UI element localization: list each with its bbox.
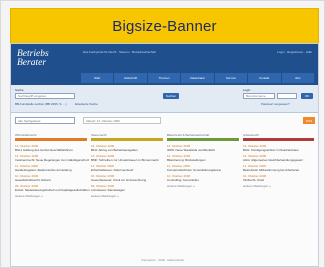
list-item[interactable]: 12. Oktober 2006 Bilanzierung: Rückstell… <box>167 154 239 162</box>
news-column-1: 13. Oktober 2006 BGH: Haftung des GmbH-G… <box>15 144 90 198</box>
more-link[interactable]: weitere Meldungen » <box>91 194 163 198</box>
main-nav: Start Zeitschrift Themen Datenbank Servi… <box>81 73 314 83</box>
news-column-2: 13. Oktober 2006 BFH: Abzug von Betriebs… <box>91 144 163 198</box>
rss-button[interactable]: RSS <box>303 117 315 124</box>
list-item[interactable]: 12. Oktober 2006 BMF: Schreiben zur Umsa… <box>91 154 163 162</box>
site-header: Betriebs Berater Das Fachportal für Rech… <box>11 44 318 85</box>
list-item[interactable]: 11. Oktober 2006 Konzernabschluss: Konso… <box>167 164 239 172</box>
ad-preview-frame: Bigsize-Banner Betriebs Berater Das Fach… <box>0 0 325 268</box>
entry-title[interactable]: BMF: Schreiben zur Umsatzsteuer im Binne… <box>91 158 163 162</box>
website-screenshot: Betriebs Berater Das Fachportal für Rech… <box>10 43 319 267</box>
column-heading-4: Arbeitsrecht <box>243 133 260 137</box>
more-link[interactable]: weitere Meldungen » <box>15 194 87 198</box>
nav-item-abo[interactable]: Abo <box>281 73 314 83</box>
entry-title[interactable]: BFH: Abzug von Betriebsausgaben <box>91 148 163 152</box>
entry-title[interactable]: Lohnsteuer: Dienstwagen <box>91 188 163 192</box>
date-breadcrumb: Aktuell: 13. Oktober 2006 <box>83 117 161 124</box>
entry-title[interactable]: AGG: Allgemeines Gleichbehandlungsgesetz <box>243 158 314 162</box>
entry-title[interactable]: IFRS: Neue Standards veröffentlicht <box>167 148 239 152</box>
forgot-password-link[interactable]: Passwort vergessen? <box>261 102 290 106</box>
login-button[interactable]: OK <box>301 93 313 99</box>
entry-title[interactable]: Gesellschaftsrecht: Reform <box>15 178 87 182</box>
column-heading-1: Wirtschaftsrecht <box>15 133 37 137</box>
list-item[interactable]: 09. Oktober 2006 Lohnsteuer: Dienstwagen <box>91 184 163 192</box>
footer-links[interactable]: Impressum · AGB · Datenschutz <box>141 258 184 262</box>
banner-label: Bigsize-Banner <box>112 17 217 35</box>
column-heading-2: Steuerrecht <box>91 133 107 137</box>
password-field[interactable] <box>277 93 297 99</box>
content-toolbar: Alle Sachgebiete Aktuell: 13. Oktober 20… <box>11 112 318 129</box>
entry-title[interactable]: Tarifrecht: Urteil <box>243 178 314 182</box>
entry-title[interactable]: Bilanzierung: Rückstellungen <box>167 158 239 162</box>
entry-title[interactable]: Betriebsrat: Mitbestimmung bei Arbeitsze… <box>243 168 314 172</box>
list-item[interactable]: 12. Oktober 2006 AGG: Allgemeines Gleich… <box>243 154 314 162</box>
header-account-links[interactable]: Login · Registrieren · Hilfe <box>277 50 312 54</box>
entry-title[interactable]: Controlling: Kennzahlen <box>167 178 239 182</box>
list-item[interactable]: 10. Oktober 2006 Gewerbesteuer: Urteil z… <box>91 174 163 182</box>
nav-item-service[interactable]: Service <box>214 73 248 83</box>
nav-item-start[interactable]: Start <box>81 73 114 83</box>
nav-item-datenbank[interactable]: Datenbank <box>181 73 214 83</box>
list-item[interactable]: 12. Oktober 2006 Insolvenzrecht: Neue Re… <box>15 154 89 162</box>
column-rule-3 <box>167 138 239 141</box>
list-item[interactable]: 11. Oktober 2006 Handelsregister: Elektr… <box>15 164 87 172</box>
search-label: Suche <box>15 88 24 92</box>
login-label: Login <box>243 88 251 92</box>
search-input[interactable]: Suchbegriff eingeben <box>15 93 75 99</box>
list-item[interactable]: 10. Oktober 2006 Gesellschaftsrecht: Ref… <box>15 174 87 182</box>
news-column-4: 13. Oktober 2006 BAG: Kündigungsschutz i… <box>243 144 314 188</box>
username-field[interactable]: Benutzername <box>243 93 275 99</box>
list-item[interactable]: 13. Oktober 2006 BAG: Kündigungsschutz i… <box>243 144 314 152</box>
list-item[interactable]: 13. Oktober 2006 IFRS: Neue Standards ve… <box>167 144 239 152</box>
entry-title[interactable]: Erbschaftsteuer: Reformentwurf <box>91 168 163 172</box>
list-item[interactable]: 13. Oktober 2006 BGH: Haftung des GmbH-G… <box>15 144 87 152</box>
entry-title[interactable]: BGH: Haftung des GmbH-Geschäftsführers <box>15 148 87 152</box>
nav-item-themen[interactable]: Themen <box>147 73 181 83</box>
more-link[interactable]: weitere Meldungen » <box>167 184 239 188</box>
column-rule-2 <box>91 138 163 141</box>
list-item[interactable]: 13. Oktober 2006 BFH: Abzug von Betriebs… <box>91 144 163 152</box>
search-button[interactable]: Suchen <box>163 93 179 99</box>
news-column-3: 13. Oktober 2006 IFRS: Neue Standards ve… <box>167 144 239 188</box>
entry-title[interactable]: Handelsregister: Elektronische Anmeldung <box>15 168 87 172</box>
bigsize-banner: Bigsize-Banner <box>10 8 319 44</box>
list-item[interactable]: 11. Oktober 2006 Betriebsrat: Mitbestimm… <box>243 164 314 172</box>
entry-title[interactable]: BAG: Kündigungsschutz in Kleinbetrieben <box>243 148 314 152</box>
column-rule-1 <box>15 138 87 141</box>
advanced-search-link[interactable]: Erweiterte Suche <box>75 102 98 106</box>
column-rule-4 <box>243 138 314 141</box>
column-heading-3: Bilanzrecht & Betriebswirtschaft <box>167 133 210 137</box>
search-band: Suche Suchbegriff eingeben Suchen BB-Fun… <box>11 85 318 113</box>
entry-title[interactable]: Konzernabschluss: Konsolidierungskreis <box>167 168 239 172</box>
fundstelle-link[interactable]: BB-Fundstelle suchen (BB 2006, S. ...) <box>15 102 67 106</box>
category-select[interactable]: Alle Sachgebiete <box>15 117 75 124</box>
entry-title[interactable]: Insolvenzrecht: Neue Regelungen zum Gläu… <box>15 158 89 162</box>
site-tagline: Das Fachportal für Recht · Steuern · Bet… <box>83 50 156 54</box>
logo-line-2: Berater <box>17 58 47 68</box>
entry-title[interactable]: Gewerbesteuer: Urteil zur Hinzurechnung <box>91 178 163 182</box>
list-item[interactable]: 10. Oktober 2006 Controlling: Kennzahlen <box>167 174 239 182</box>
nav-item-zeitschrift[interactable]: Zeitschrift <box>114 73 147 83</box>
site-logo[interactable]: Betriebs Berater <box>17 49 67 68</box>
entry-title[interactable]: EuGH: Niederlassungsfreiheit und Kapital… <box>15 188 90 192</box>
list-item[interactable]: 11. Oktober 2006 Erbschaftsteuer: Reform… <box>91 164 163 172</box>
nav-item-kontakt[interactable]: Kontakt <box>248 73 281 83</box>
list-item[interactable]: 10. Oktober 2006 Tarifrecht: Urteil <box>243 174 314 182</box>
more-link[interactable]: weitere Meldungen » <box>243 184 314 188</box>
list-item[interactable]: 09. Oktober 2006 EuGH: Niederlassungsfre… <box>15 184 90 192</box>
